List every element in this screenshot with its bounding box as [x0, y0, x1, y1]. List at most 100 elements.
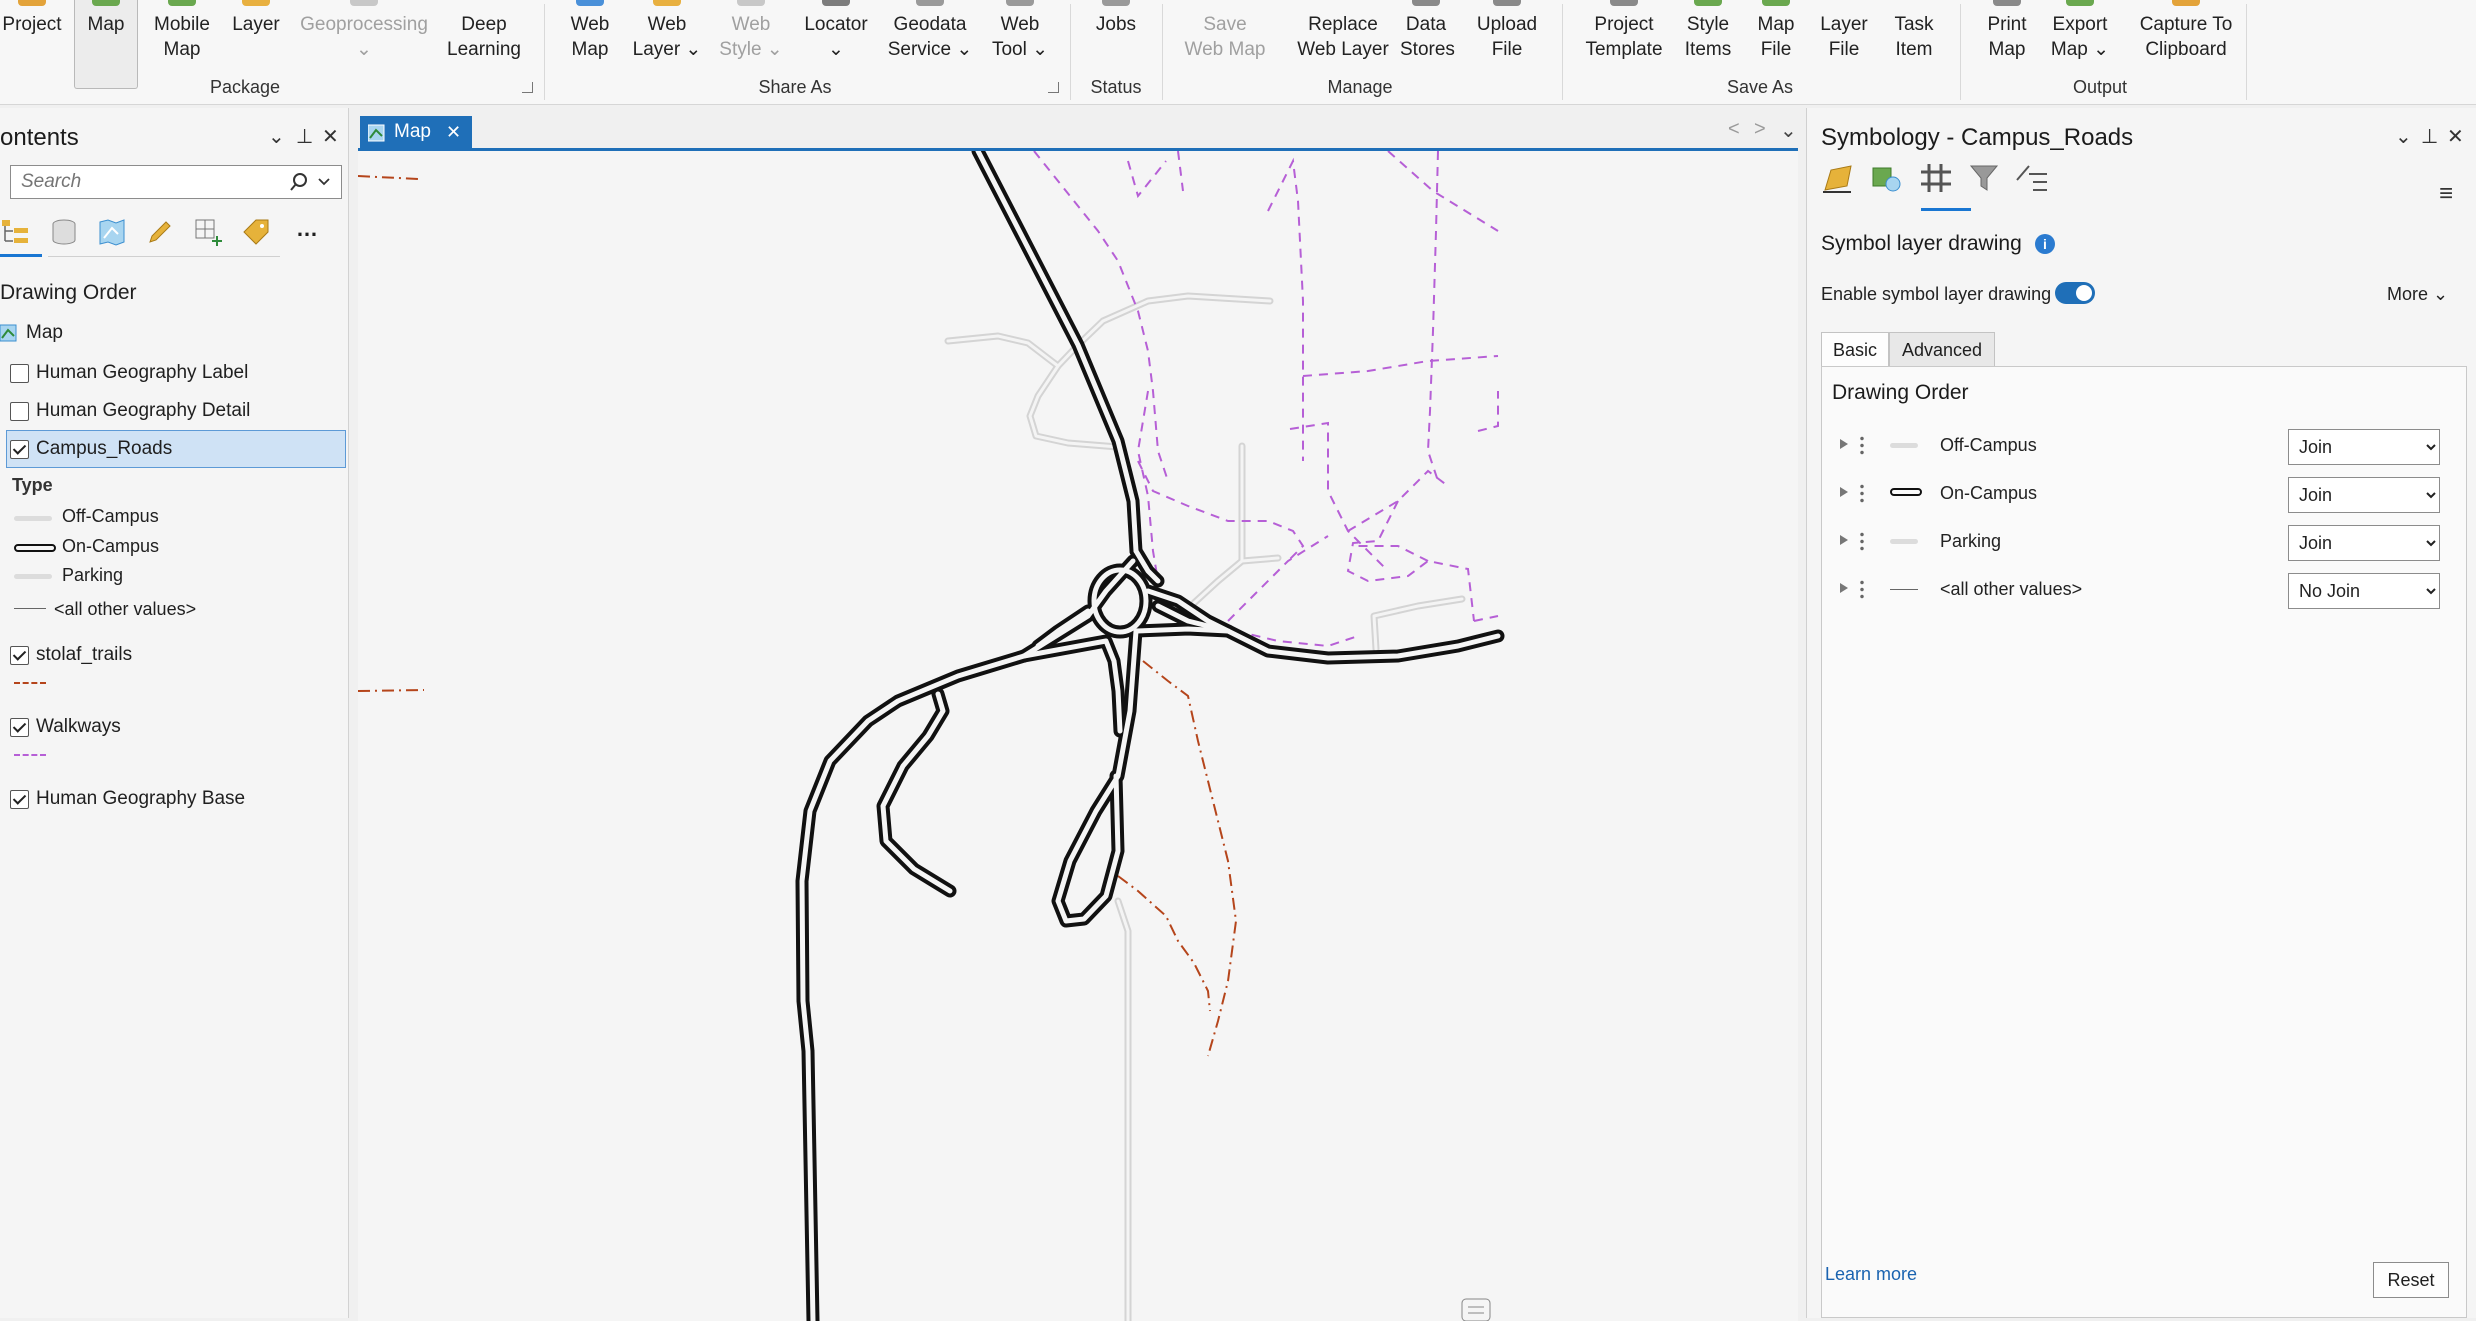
learn-more-link[interactable]: Learn more	[1825, 1264, 1917, 1285]
share-as-launcher-icon[interactable]	[1048, 82, 1059, 93]
hamburger-menu-icon[interactable]: ≡	[2439, 180, 2453, 208]
legend-swatch-on-campus	[14, 544, 56, 552]
map-button[interactable]: Map	[74, 0, 138, 89]
symbol-layer-row[interactable]: <all other values> No Join	[1822, 571, 2466, 611]
data-stores-button[interactable]: Data Stores	[1400, 0, 1455, 88]
primary-symbology-icon[interactable]	[1821, 160, 1855, 196]
layer-checkbox-human-geography-detail[interactable]	[10, 402, 29, 421]
task-item-button[interactable]: Task Item	[1886, 0, 1942, 88]
map-tree-item[interactable]: Map	[26, 318, 63, 348]
export-map-button[interactable]: Export Map ⌄	[2042, 0, 2118, 88]
expand-arrow-icon[interactable]	[1840, 535, 1848, 545]
contents-search-input[interactable]	[19, 170, 273, 194]
symbol-layer-row[interactable]: Off-Campus Join	[1822, 427, 2466, 467]
expand-arrow-icon[interactable]	[1840, 487, 1848, 497]
filter-icon[interactable]	[1967, 160, 2001, 196]
tab-basic[interactable]: Basic	[1821, 332, 1889, 368]
enable-symbol-layer-drawing-toggle[interactable]	[2055, 282, 2095, 304]
ribbon: Project Map Mobile Map Layer Geoprocessi…	[0, 0, 2476, 105]
selection-view-icon[interactable]	[96, 216, 128, 248]
locator-button[interactable]: Locator ⌄	[798, 0, 874, 88]
upload-file-button[interactable]: Upload File	[1470, 0, 1544, 88]
layer-checkbox-human-geography-base[interactable]	[10, 790, 29, 809]
map-canvas[interactable]	[358, 151, 1798, 1321]
symbol-layer-drawing-icon[interactable]	[1919, 160, 1953, 196]
upload-file-icon	[1493, 0, 1521, 6]
layer-stolaf-trails[interactable]: stolaf_trails	[36, 640, 132, 670]
save-web-map-button[interactable]: Save Web Map	[1172, 0, 1278, 88]
join-select-on-campus[interactable]: Join	[2288, 477, 2440, 513]
web-layer-button[interactable]: Web Layer ⌄	[632, 0, 702, 88]
drag-handle-icon[interactable]	[1860, 579, 1864, 599]
package-launcher-icon[interactable]	[522, 82, 533, 93]
geodata-service-button[interactable]: Geodata Service ⌄	[884, 0, 976, 88]
reset-button[interactable]: Reset	[2373, 1262, 2449, 1298]
info-icon[interactable]: i	[2035, 234, 2055, 254]
legend-swatch-parking	[14, 574, 52, 579]
join-select-off-campus[interactable]: Join	[2288, 429, 2440, 465]
vary-symbology-icon[interactable]	[1869, 160, 1903, 196]
chevron-down-icon[interactable]	[317, 176, 331, 188]
layer-human-geography-label[interactable]: Human Geography Label	[36, 358, 248, 388]
drag-handle-icon[interactable]	[1860, 531, 1864, 551]
style-items-button[interactable]: Style Items	[1680, 0, 1736, 88]
map-file-button[interactable]: Map File	[1748, 0, 1804, 88]
layer-walkways[interactable]: Walkways	[36, 712, 121, 742]
layer-button[interactable]: Layer	[228, 0, 284, 88]
replace-web-layer-button[interactable]: Replace Web Layer	[1286, 0, 1400, 88]
layer-human-geography-detail[interactable]: Human Geography Detail	[36, 396, 250, 426]
more-button[interactable]: More ⌄	[2387, 284, 2448, 305]
close-icon[interactable]: ✕	[322, 124, 339, 149]
symbol-layer-row[interactable]: On-Campus Join	[1822, 475, 2466, 515]
layer-checkbox-walkways[interactable]	[10, 718, 29, 737]
join-select-other-values[interactable]: No Join	[2288, 573, 2440, 609]
pin-icon[interactable]: ⊥	[2421, 124, 2438, 149]
contents-view-toolbar: …	[0, 212, 330, 257]
snapping-view-icon[interactable]	[192, 216, 224, 248]
labeling-view-icon[interactable]	[240, 216, 272, 248]
layer-checkbox-stolaf-trails[interactable]	[10, 646, 29, 665]
map-tab-close-icon[interactable]: ✕	[446, 116, 461, 148]
capture-to-clipboard-button[interactable]: Capture To Clipboard	[2128, 0, 2244, 88]
drawing-order-panel: Drawing Order Off-Campus Join On-Campus …	[1821, 366, 2467, 1318]
drawing-order-icon[interactable]	[0, 216, 32, 248]
pane-options-icon[interactable]: ⌄	[268, 124, 285, 149]
expand-arrow-icon[interactable]	[1840, 583, 1848, 593]
web-tool-icon	[1006, 0, 1034, 6]
map-nav-back-icon[interactable]: <	[1728, 118, 1740, 141]
layer-campus-roads[interactable]: Campus_Roads	[36, 434, 172, 464]
map-view[interactable]	[358, 148, 1798, 1321]
deep-learning-button[interactable]: Deep Learning	[444, 0, 524, 88]
jobs-button[interactable]: Jobs	[1080, 0, 1152, 88]
data-source-icon[interactable]	[48, 216, 80, 248]
print-map-button[interactable]: Print Map	[1976, 0, 2038, 88]
layer-checkbox-campus-roads[interactable]	[10, 440, 29, 459]
project-template-button[interactable]: Project Template	[1574, 0, 1674, 88]
more-label: More	[2387, 284, 2429, 304]
editing-view-icon[interactable]	[144, 216, 176, 248]
map-nav-forward-icon[interactable]: >	[1754, 118, 1766, 141]
mobile-map-button[interactable]: Mobile Map	[146, 0, 218, 88]
map-tab-list-icon[interactable]: ⌄	[1780, 118, 1797, 143]
pane-options-icon[interactable]: ⌄	[2395, 124, 2412, 149]
drag-handle-icon[interactable]	[1860, 483, 1864, 503]
display-filter-icon[interactable]	[2015, 160, 2049, 196]
symbol-layer-row[interactable]: Parking Join	[1822, 523, 2466, 563]
expand-arrow-icon[interactable]	[1840, 439, 1848, 449]
tab-map[interactable]: Map ✕	[360, 116, 472, 148]
drag-handle-icon[interactable]	[1860, 435, 1864, 455]
project-button[interactable]: Project	[0, 0, 64, 88]
web-style-button[interactable]: Web Style ⌄	[716, 0, 786, 88]
join-select-parking[interactable]: Join	[2288, 525, 2440, 561]
web-tool-button[interactable]: Web Tool ⌄	[984, 0, 1056, 88]
pin-icon[interactable]: ⊥	[296, 124, 313, 149]
tab-advanced[interactable]: Advanced	[1889, 332, 1995, 368]
search-icon[interactable]	[289, 172, 309, 192]
web-map-button[interactable]: Web Map	[558, 0, 622, 88]
layer-human-geography-base[interactable]: Human Geography Base	[36, 784, 245, 814]
layer-checkbox-human-geography-label[interactable]	[10, 364, 29, 383]
layer-file-button[interactable]: Layer File	[1816, 0, 1872, 88]
more-options-icon[interactable]: …	[296, 216, 318, 242]
geoprocessing-button[interactable]: Geoprocessing ⌄	[296, 0, 432, 88]
close-icon[interactable]: ✕	[2447, 124, 2464, 149]
